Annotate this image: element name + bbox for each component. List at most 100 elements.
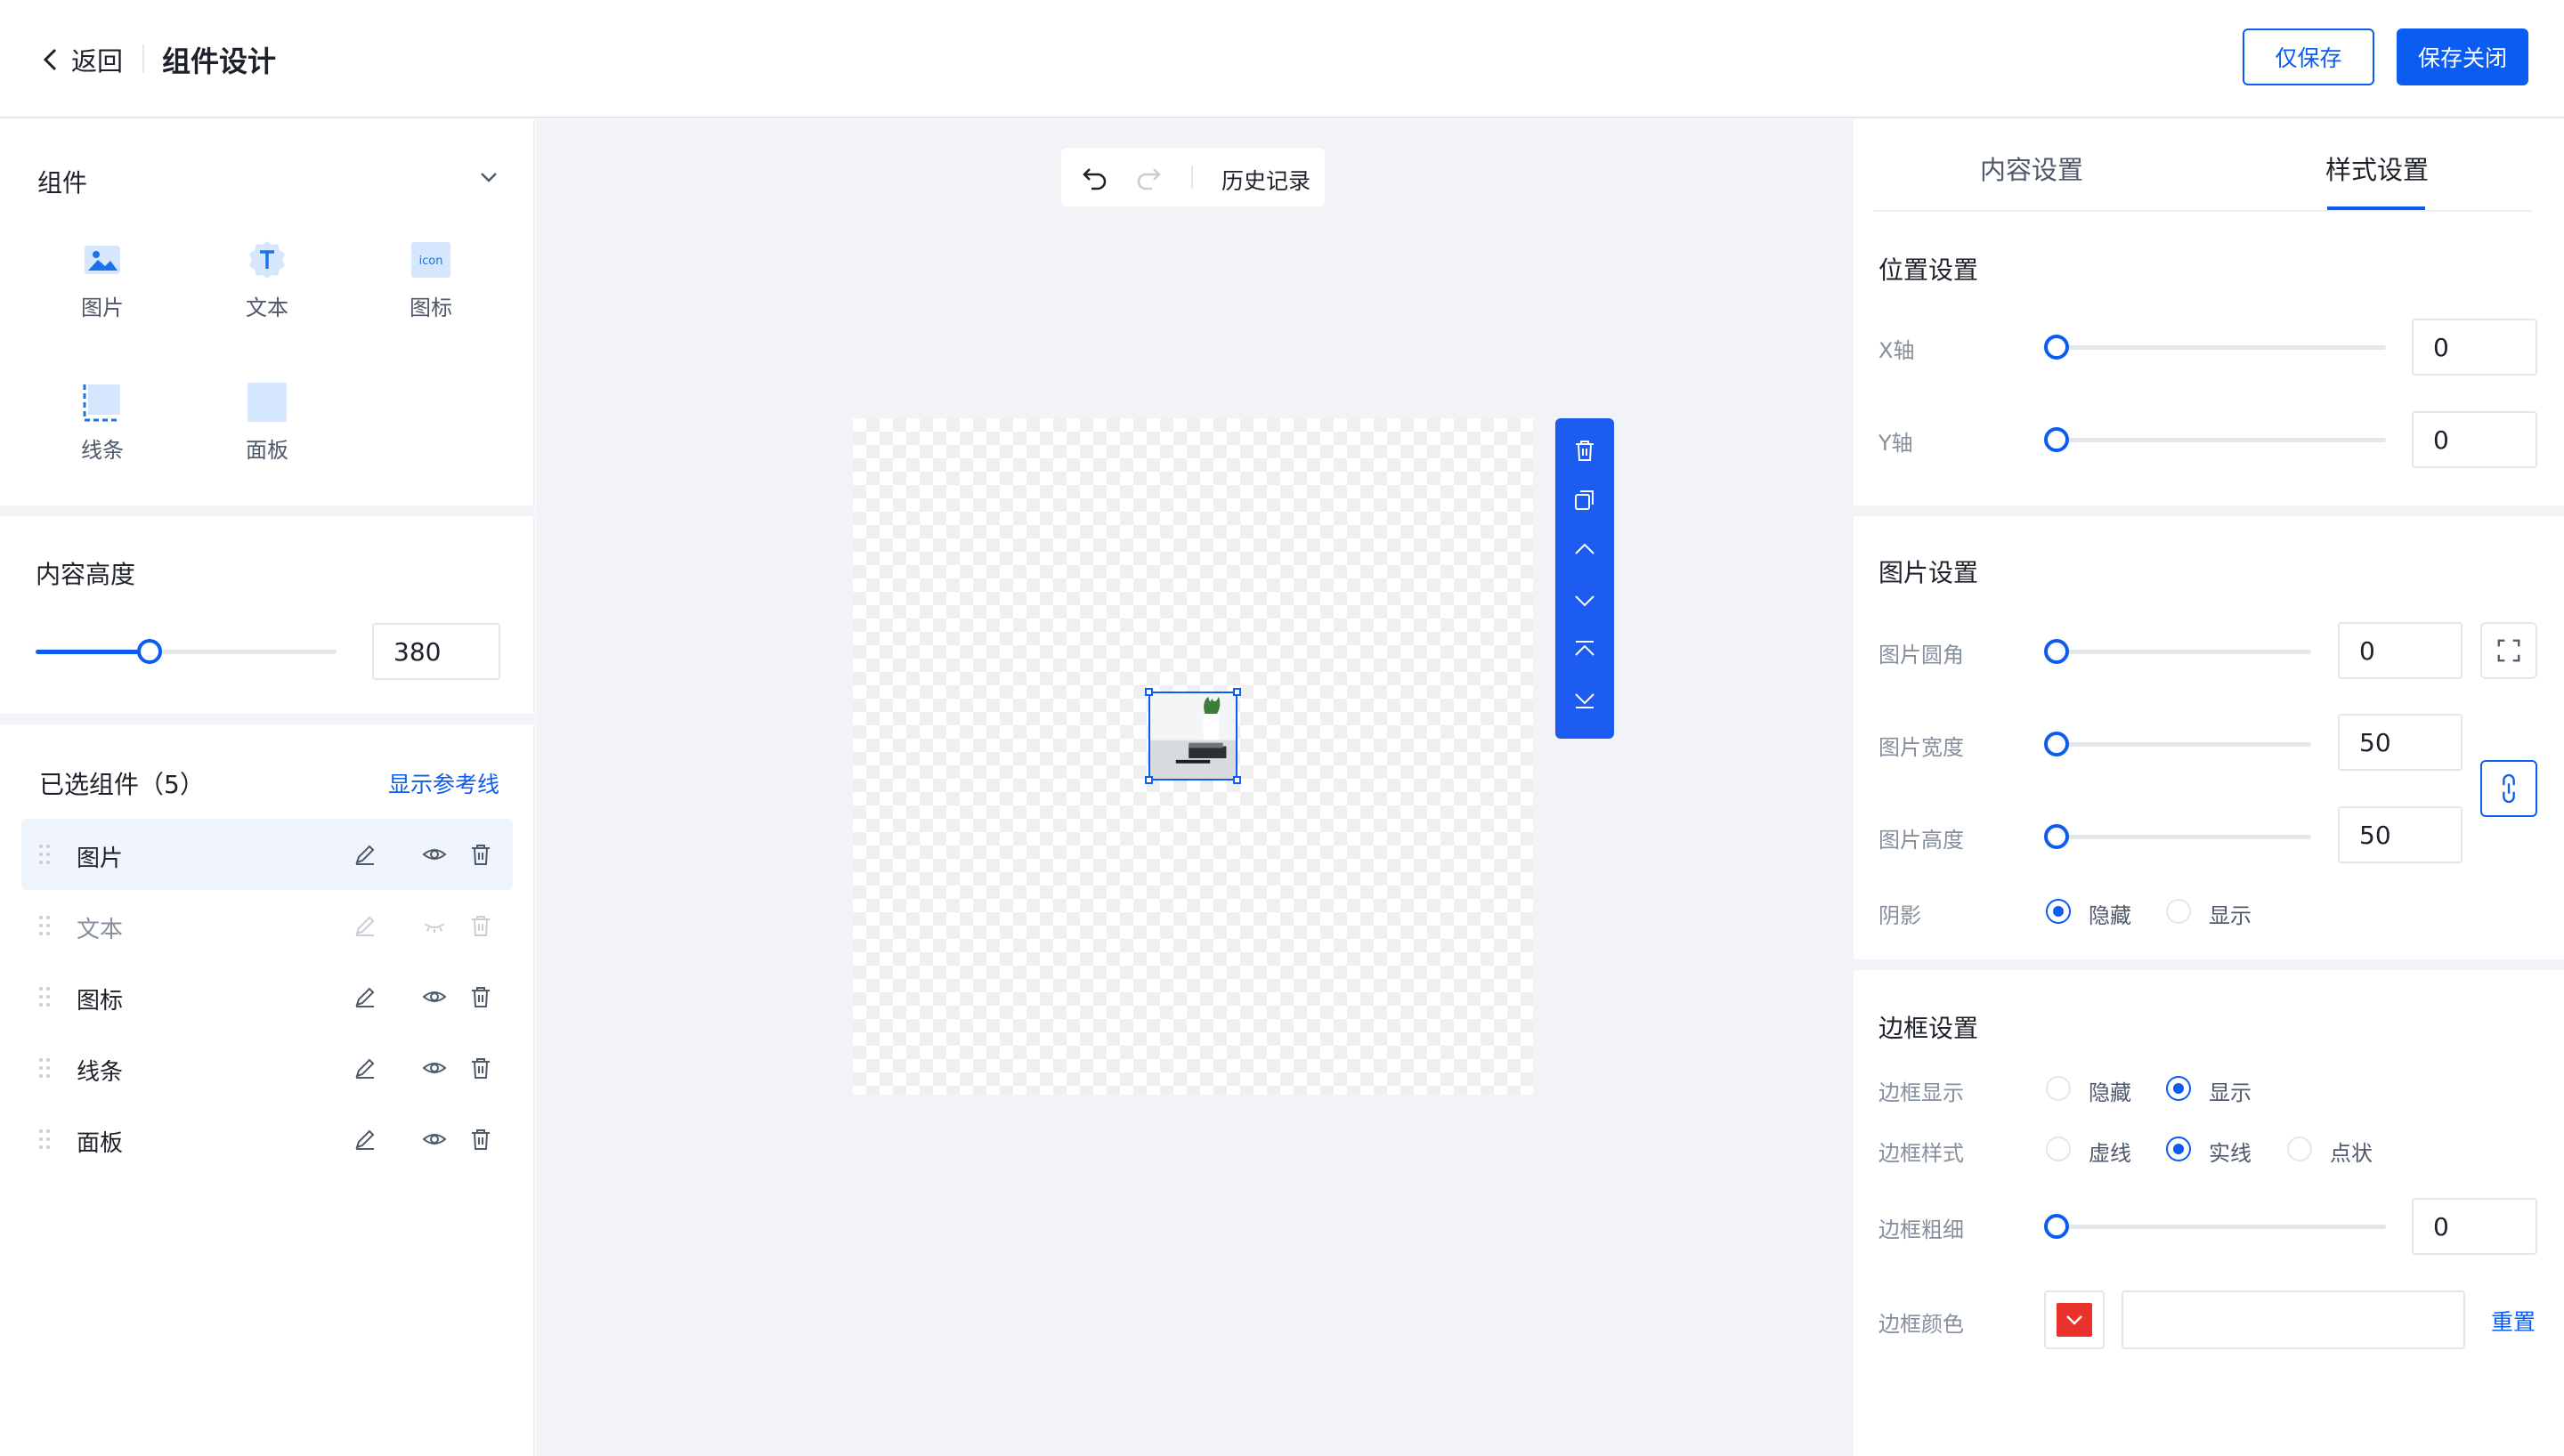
image-radius-input[interactable]: 0	[2338, 622, 2463, 679]
drag-handle-icon[interactable]	[37, 985, 52, 1008]
component-panel[interactable]: 面板	[214, 383, 320, 464]
edit-icon[interactable]	[353, 842, 377, 867]
component-line[interactable]: 线条	[49, 383, 156, 464]
drag-handle-icon[interactable]	[37, 1056, 52, 1080]
move-down-icon[interactable]	[1572, 587, 1597, 612]
undo-icon[interactable]	[1081, 164, 1109, 190]
move-top-icon[interactable]	[1572, 637, 1597, 662]
text-icon	[249, 241, 285, 279]
eye-icon[interactable]	[422, 842, 447, 867]
delete-icon[interactable]	[468, 842, 493, 867]
lock-ratio-button[interactable]	[2480, 760, 2537, 817]
image-height-slider-track[interactable]	[2057, 835, 2311, 839]
edit-icon[interactable]	[353, 984, 377, 1009]
drag-handle-icon[interactable]	[37, 843, 52, 866]
layer-row[interactable]: 线条	[21, 1032, 513, 1104]
image-radius-slider-track[interactable]	[2057, 650, 2311, 654]
delete-icon[interactable]	[468, 1127, 493, 1152]
save-only-button[interactable]: 仅保存	[2243, 28, 2374, 85]
tab-style-settings[interactable]: 样式设置	[2325, 150, 2429, 187]
shadow-show-label[interactable]: 显示	[2209, 898, 2252, 929]
resize-handle[interactable]	[1233, 776, 1241, 784]
section-divider	[0, 714, 535, 724]
y-axis-slider-track[interactable]	[2057, 438, 2386, 442]
eye-closed-icon[interactable]	[422, 913, 447, 938]
resize-handle[interactable]	[1145, 688, 1153, 696]
history-label[interactable]: 历史记录	[1221, 164, 1310, 196]
section-divider	[1854, 959, 2564, 970]
eye-icon[interactable]	[422, 1056, 447, 1080]
eye-icon[interactable]	[422, 1127, 447, 1152]
fullscreen-button[interactable]	[2480, 622, 2537, 679]
drag-handle-icon[interactable]	[37, 1128, 52, 1151]
resize-handle[interactable]	[1145, 776, 1153, 784]
edit-icon[interactable]	[353, 913, 377, 938]
edit-icon[interactable]	[353, 1056, 377, 1080]
delete-icon[interactable]	[468, 913, 493, 938]
line-icon	[83, 384, 120, 422]
border-solid-label[interactable]: 实线	[2209, 1136, 2252, 1167]
back-label: 返回	[71, 46, 124, 77]
selected-image-element[interactable]	[1148, 692, 1237, 781]
border-dashed-label[interactable]: 虚线	[2089, 1136, 2131, 1167]
border-color-input[interactable]	[2122, 1290, 2465, 1349]
color-swatch	[2057, 1303, 2092, 1337]
border-width-slider-thumb[interactable]	[2044, 1214, 2069, 1239]
layer-row[interactable]: 面板	[21, 1104, 513, 1175]
fullscreen-icon	[2497, 639, 2520, 662]
tab-content-settings[interactable]: 内容设置	[1980, 150, 2083, 187]
border-show-label[interactable]: 显示	[2209, 1075, 2252, 1106]
y-axis-input[interactable]: 0	[2412, 411, 2537, 468]
border-show-radio[interactable]	[2166, 1076, 2191, 1101]
image-radius-slider-thumb[interactable]	[2044, 639, 2069, 664]
component-text[interactable]: 文本	[214, 240, 320, 321]
border-hide-radio[interactable]	[2046, 1076, 2071, 1101]
x-axis-input[interactable]: 0	[2412, 319, 2537, 376]
content-height-slider-thumb[interactable]	[137, 639, 162, 664]
border-width-input[interactable]: 0	[2412, 1198, 2537, 1255]
border-width-slider-track[interactable]	[2057, 1225, 2386, 1229]
move-up-icon[interactable]	[1572, 538, 1597, 562]
drag-handle-icon[interactable]	[37, 914, 52, 937]
delete-icon[interactable]	[1572, 438, 1597, 463]
border-solid-radio[interactable]	[2166, 1136, 2191, 1161]
resize-handle[interactable]	[1233, 688, 1241, 696]
image-width-slider-track[interactable]	[2057, 742, 2311, 747]
component-icon[interactable]: icon 图标	[377, 240, 484, 321]
copy-icon[interactable]	[1572, 488, 1597, 513]
redo-icon[interactable]	[1134, 164, 1163, 190]
delete-icon[interactable]	[468, 984, 493, 1009]
panel-icon	[247, 383, 287, 422]
shadow-hide-label[interactable]: 隐藏	[2089, 898, 2131, 929]
move-bottom-icon[interactable]	[1572, 687, 1597, 712]
image-icon	[85, 246, 120, 274]
x-axis-slider-thumb[interactable]	[2044, 335, 2069, 360]
border-dashed-radio[interactable]	[2046, 1136, 2071, 1161]
image-width-input[interactable]: 50	[2338, 714, 2463, 771]
save-close-button[interactable]: 保存关闭	[2397, 28, 2528, 85]
eye-icon[interactable]	[422, 984, 447, 1009]
content-height-input[interactable]: 380	[372, 623, 500, 680]
component-label: 图标	[410, 295, 452, 320]
x-axis-slider-track[interactable]	[2057, 345, 2386, 350]
edit-icon[interactable]	[353, 1127, 377, 1152]
layer-row[interactable]: 图标	[21, 961, 513, 1032]
shadow-hide-radio[interactable]	[2046, 899, 2071, 924]
back-button[interactable]: 返回	[39, 41, 123, 78]
border-hide-label[interactable]: 隐藏	[2089, 1075, 2131, 1106]
border-dotted-label[interactable]: 点状	[2330, 1136, 2373, 1167]
chevron-down-icon[interactable]	[477, 166, 500, 189]
delete-icon[interactable]	[468, 1056, 493, 1080]
border-color-picker[interactable]	[2044, 1290, 2105, 1349]
layer-row[interactable]: 图片	[21, 819, 513, 890]
image-width-slider-thumb[interactable]	[2044, 732, 2069, 756]
y-axis-slider-thumb[interactable]	[2044, 427, 2069, 452]
layer-row[interactable]: 文本	[21, 890, 513, 961]
shadow-show-radio[interactable]	[2166, 899, 2191, 924]
image-height-slider-thumb[interactable]	[2044, 824, 2069, 849]
component-image[interactable]: 图片	[49, 240, 156, 321]
border-dotted-radio[interactable]	[2287, 1136, 2312, 1161]
show-guides-link[interactable]: 显示参考线	[388, 767, 499, 799]
image-height-input[interactable]: 50	[2338, 806, 2463, 863]
reset-link[interactable]: 重置	[2491, 1305, 2536, 1337]
